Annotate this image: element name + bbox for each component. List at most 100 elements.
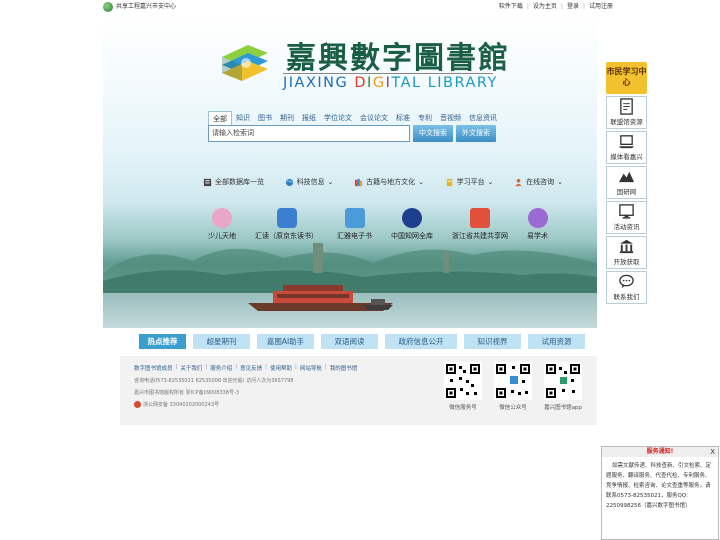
footer-link-help[interactable]: 使用帮助 <box>270 364 292 372</box>
nav-label: 全部数据库一览 <box>215 178 264 186</box>
nav-all-databases[interactable]: 全部数据库一览 <box>203 177 264 187</box>
site-title-en: JIAXING DIGITAL LIBRARY <box>283 75 498 91</box>
search-tab-journals[interactable]: 期刊 <box>276 111 298 126</box>
title-en-part: D <box>354 75 368 91</box>
citizen-learning-center[interactable]: 市民学习中心 <box>606 62 647 94</box>
nav-sci-tech[interactable]: 科技信息 ⌄ <box>285 177 334 187</box>
footer-copyright: 嘉兴市图书馆版权所有 浙ICP备09008338号-3 <box>134 390 240 396</box>
top-left: 共享工程嘉兴市支中心 <box>103 0 176 13</box>
books-icon <box>355 178 363 186</box>
nav-ancient-books[interactable]: 古籍与地方文化 ⌄ <box>354 177 424 187</box>
qr-label-service: 微信服务号 <box>449 405 477 411</box>
footer-link-members[interactable]: 数字图书馆成员 <box>134 364 173 372</box>
resource-label: 中国知网全库 <box>391 232 433 240</box>
yixueshu-icon <box>527 208 548 228</box>
police-record-text: 浙公网安备 33040202000243号 <box>143 402 220 408</box>
cnki-icon <box>402 208 422 228</box>
resource-yixueshu[interactable]: 易学术 <box>527 208 548 241</box>
nav-label: 学习平台 <box>456 178 485 186</box>
search-tab-books[interactable]: 图书 <box>254 111 276 126</box>
chevron-down-icon: ⌄ <box>327 178 334 186</box>
title-en-part: JIAXING <box>283 75 355 91</box>
footer-link-my-library[interactable]: 我的图书馆 <box>330 364 358 372</box>
footer-phone: 咨询电话0573-82535021 82535008 欢迎光临! 访问人次为36… <box>134 378 294 384</box>
foreign-search-button[interactable]: 外文搜索 <box>456 125 496 142</box>
nav-label: 科技信息 <box>296 178 325 186</box>
separator: | <box>324 364 327 370</box>
globe-icon <box>285 178 293 186</box>
tab-hot-recommend[interactable]: 热点推荐 <box>139 334 186 349</box>
side-item-contact[interactable]: 联系我们 <box>606 271 647 304</box>
side-item-label: 联盟馆资源 <box>610 118 643 126</box>
search-input[interactable]: 请输入检索词 <box>208 125 410 142</box>
library-logo-icon <box>222 45 268 81</box>
separator: | <box>526 3 529 10</box>
resource-shortcuts: 少儿天地 汇读（原京东读书） 汇雅电子书 中国知网全库 浙江省共建共享网 易学术 <box>208 208 548 241</box>
database-icon <box>203 178 212 186</box>
footer-links: 数字图书馆成员 | 关于我们 | 服务介绍 | 意见反馈 | 使用帮助 | 网站导航 | 我… <box>134 364 357 372</box>
side-panel: 市民学习中心 联盟馆资源 媒体看嘉兴 国研网 活动资讯 开放获取 联系我们 <box>606 62 647 304</box>
resource-label: 易学术 <box>527 232 548 240</box>
side-item-label: 联系我们 <box>613 293 640 301</box>
search-tab-news[interactable]: 信息资讯 <box>465 111 501 126</box>
chinese-search-button[interactable]: 中文搜索 <box>413 125 453 142</box>
separator: | <box>295 364 297 370</box>
search-tab-knowledge[interactable]: 知识 <box>232 111 254 126</box>
hot-tabs: 热点推荐 超星期刊 嘉图AI助手 双语阅读 政府信息公开 知识视界 试用资源 <box>139 334 585 349</box>
nav-online-consult[interactable]: 在线咨询 ⌄ <box>514 177 563 187</box>
side-item-events[interactable]: 活动资讯 <box>606 201 647 234</box>
footer-link-about[interactable]: 关于我们 <box>180 364 202 372</box>
search-tab-av[interactable]: 音视频 <box>436 111 465 126</box>
tab-bilingual-reading[interactable]: 双语阅读 <box>321 334 378 349</box>
nav-learning[interactable]: 学习平台 ⌄ <box>445 177 494 187</box>
chevron-down-icon: ⌄ <box>487 178 494 186</box>
footer-link-feedback[interactable]: 意见反馈 <box>240 364 262 372</box>
close-icon[interactable]: X <box>710 447 715 457</box>
separator: | <box>205 364 208 370</box>
resource-cnki[interactable]: 中国知网全库 <box>391 208 433 241</box>
search-tab-newspapers[interactable]: 报纸 <box>298 111 320 126</box>
tab-trial-resources[interactable]: 试用资源 <box>528 334 585 349</box>
notice-body: 如需文献传递、科技查新、引文检索、定题服务、翻译服务、代查代检、专利服务、竞争情… <box>606 463 712 509</box>
search-tab-all[interactable]: 全部 <box>208 111 232 126</box>
globe-icon <box>103 1 113 12</box>
search-tab-conference[interactable]: 会议论文 <box>356 111 392 126</box>
search-tab-theses[interactable]: 学位论文 <box>320 111 356 126</box>
search-tab-standards[interactable]: 标准 <box>392 111 414 126</box>
side-item-label: 开放获取 <box>613 258 640 266</box>
tab-ai-assistant[interactable]: 嘉图AI助手 <box>257 334 314 349</box>
book-share-icon <box>470 208 490 228</box>
side-item-label: 活动资讯 <box>613 223 640 231</box>
search-tabs: 全部 知识 图书 期刊 报纸 学位论文 会议论文 标准 专利 音视频 信息资讯 <box>208 111 501 126</box>
footer-link-sitemap[interactable]: 网站导航 <box>300 364 322 372</box>
software-download-link[interactable]: 软件下载 <box>499 0 523 13</box>
resource-huidu[interactable]: 汇读（原京东读书） <box>255 208 318 241</box>
qr-label-wechat: 微信公众号 <box>499 405 527 411</box>
tab-gov-info[interactable]: 政府信息公开 <box>385 334 457 349</box>
side-item-drcnet[interactable]: 国研网 <box>606 166 647 199</box>
tab-knowledge-vision[interactable]: 知识视界 <box>464 334 521 349</box>
side-item-alliance[interactable]: 联盟馆资源 <box>606 96 647 129</box>
side-item-open-access[interactable]: 开放获取 <box>606 236 647 269</box>
notice-title: 服务通知! <box>602 447 718 457</box>
service-notice-popup: 服务通知! X 如需文献传递、科技查新、引文检索、定题服务、翻译服务、代查代检、… <box>601 446 719 540</box>
resource-huiya-ebooks[interactable]: 汇雅电子书 <box>337 208 372 241</box>
resource-kids[interactable]: 少儿天地 <box>208 208 236 241</box>
separator: | <box>175 364 178 370</box>
resource-zhejiang-share[interactable]: 浙江省共建共享网 <box>452 208 508 241</box>
chevron-down-icon: ⌄ <box>418 178 424 186</box>
tab-chaoxing-journals[interactable]: 超星期刊 <box>193 334 250 349</box>
footer-link-services[interactable]: 服务介绍 <box>210 364 232 372</box>
mountain-icon <box>618 171 635 183</box>
footer: 数字图书馆成员 | 关于我们 | 服务介绍 | 意见反馈 | 使用帮助 | 网站导航 | 我… <box>120 356 597 425</box>
chevron-down-icon: ⌄ <box>557 178 563 186</box>
side-item-media[interactable]: 媒体看嘉兴 <box>606 131 647 164</box>
set-homepage-link[interactable]: 设为主页 <box>533 0 557 13</box>
qr-code-service <box>444 362 482 400</box>
trial-register-link[interactable]: 试用注册 <box>589 0 613 13</box>
top-left-text: 共享工程嘉兴市支中心 <box>116 3 177 10</box>
search-tab-patents[interactable]: 专利 <box>414 111 436 126</box>
document-icon <box>620 98 633 115</box>
resource-label: 浙江省共建共享网 <box>452 232 508 240</box>
login-link[interactable]: 登录 <box>567 0 579 13</box>
